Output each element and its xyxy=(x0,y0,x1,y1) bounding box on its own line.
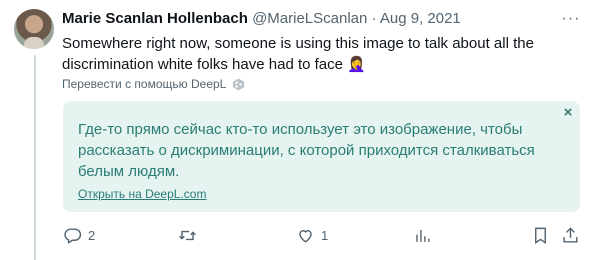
avatar[interactable] xyxy=(14,9,54,49)
bookmark-button[interactable] xyxy=(531,222,550,248)
translation-panel: × Где-то прямо сейчас кто-то использует … xyxy=(63,101,580,212)
reply-button[interactable]: 2 xyxy=(63,222,95,248)
share-icon xyxy=(563,226,578,243)
action-bar: 2 1 xyxy=(0,222,615,248)
views-button[interactable] xyxy=(413,222,432,248)
tweet-date[interactable]: Aug 9, 2021 xyxy=(380,10,461,27)
bookmark-icon xyxy=(535,227,546,244)
reply-icon xyxy=(64,227,82,244)
deepl-logo-icon xyxy=(233,77,245,91)
tweet-header: Marie Scanlan Hollenbach @MarieLScanlan … xyxy=(62,10,582,30)
retweet-icon xyxy=(179,230,196,240)
like-count: 1 xyxy=(321,227,329,243)
translated-text: Где-то прямо сейчас кто-то использует эт… xyxy=(78,121,535,180)
author-handle[interactable]: @MarieLScanlan xyxy=(252,10,367,27)
close-icon[interactable]: × xyxy=(561,105,575,121)
more-options-icon[interactable]: ··· xyxy=(560,10,582,30)
reply-count: 2 xyxy=(88,227,96,243)
separator-dot: · xyxy=(371,10,377,27)
translate-link-label[interactable]: Перевести с помощью DeepL xyxy=(62,77,226,91)
like-button[interactable]: 1 xyxy=(296,222,328,248)
author-name[interactable]: Marie Scanlan Hollenbach xyxy=(62,10,248,27)
views-chart-icon xyxy=(416,229,430,242)
tweet-text: Somewhere right now, someone is using th… xyxy=(62,35,534,73)
translate-link[interactable]: Перевести с помощью DeepL xyxy=(62,77,245,91)
share-button[interactable] xyxy=(561,222,580,248)
heart-icon xyxy=(299,229,312,243)
retweet-button[interactable] xyxy=(178,222,197,248)
open-deepl-link[interactable]: Открыть на DeepL.com xyxy=(78,187,206,201)
